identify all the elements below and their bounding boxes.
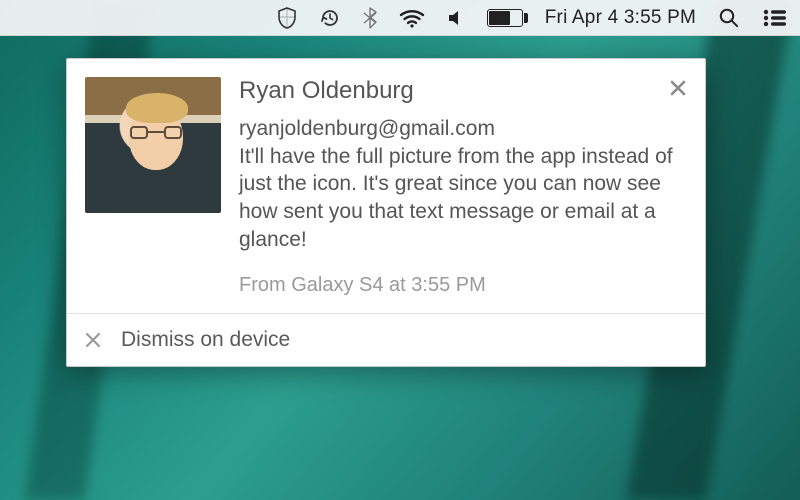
wifi-icon[interactable] (399, 0, 425, 35)
bluetooth-icon[interactable] (363, 0, 377, 35)
glasses-icon (130, 126, 182, 140)
volume-icon[interactable] (447, 0, 465, 35)
notification-source: From Galaxy S4 at 3:55 PM (239, 274, 691, 297)
battery-icon[interactable]: ⚡ (487, 0, 523, 35)
sender-name: Ryan Oldenburg (239, 77, 414, 105)
avatar (85, 77, 221, 213)
notification-body: Ryan Oldenburg ryanjoldenburg@gmail.com … (67, 59, 705, 313)
sender-email: ryanjoldenburg@gmail.com (239, 117, 495, 140)
menu-bar-clock[interactable]: Fri Apr 4 3:55 PM (545, 0, 696, 35)
menu-bar: ⚡ Fri Apr 4 3:55 PM (0, 0, 800, 36)
list-icon[interactable] (762, 0, 788, 35)
message-text: It'll have the full picture from the app… (239, 145, 673, 251)
notification-card: Ryan Oldenburg ryanjoldenburg@gmail.com … (66, 58, 706, 367)
notification-message: ryanjoldenburg@gmail.com It'll have the … (239, 115, 691, 254)
shield-icon[interactable] (277, 0, 297, 35)
close-icon[interactable] (665, 77, 691, 99)
close-icon (85, 332, 101, 348)
search-icon[interactable] (718, 0, 740, 35)
notification-content: Ryan Oldenburg ryanjoldenburg@gmail.com … (239, 77, 691, 297)
dismiss-label: Dismiss on device (121, 328, 290, 352)
clock-arrow-icon[interactable] (319, 0, 341, 35)
dismiss-on-device-button[interactable]: Dismiss on device (67, 313, 705, 366)
